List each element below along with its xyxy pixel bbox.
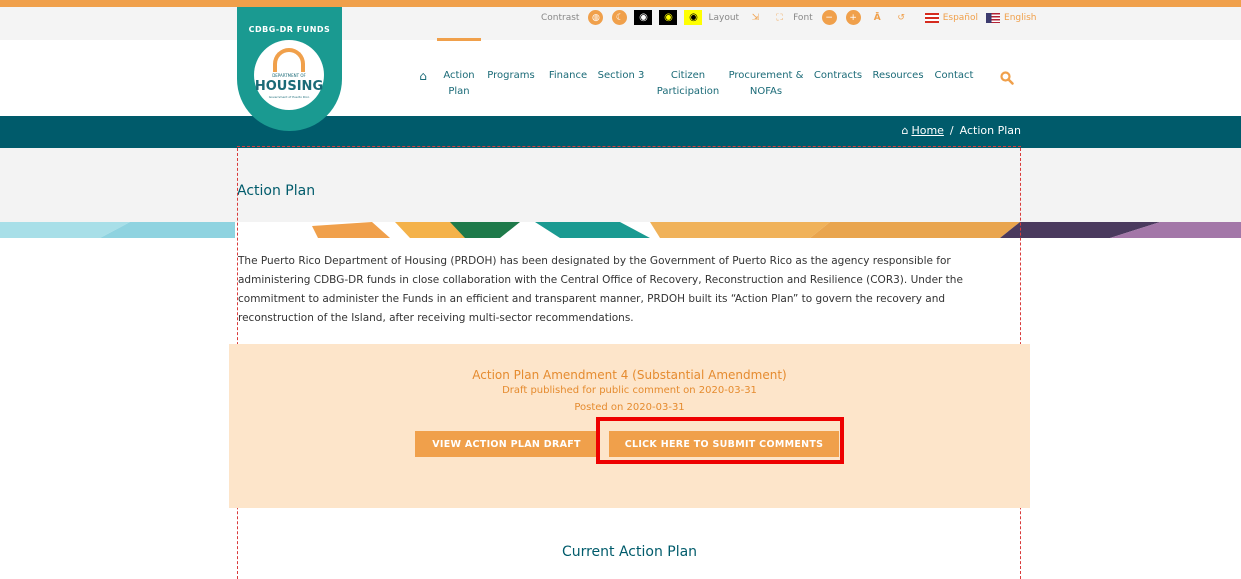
font-dyslexic-icon[interactable]: Ā (870, 10, 885, 25)
nav-label: Section 3 (597, 70, 645, 81)
current-action-plan-heading: Current Action Plan (561, 544, 698, 560)
housing-logo[interactable]: CDBG-DR FUNDS DEPARTMENT OF HOUSING Gove… (237, 7, 342, 131)
breadcrumb-separator: / (949, 124, 954, 137)
logo-arc-text: CDBG-DR FUNDS (248, 25, 331, 34)
amendment-title: Action Plan Amendment 4 (Substantial Ame… (472, 368, 787, 382)
font-decrease-icon[interactable]: − (821, 10, 837, 25)
house-icon (273, 48, 305, 72)
font-label: Font (793, 12, 813, 23)
high-contrast-yellow-black-icon[interactable]: ◉ (659, 10, 678, 25)
nav-contracts[interactable]: Contracts (812, 68, 864, 84)
nav-programs[interactable]: Programs (486, 68, 536, 84)
breadcrumb-current: Action Plan (959, 124, 1021, 137)
page-title: Action Plan (237, 183, 316, 199)
breadcrumb-home-icon[interactable]: ⌂ (901, 124, 908, 137)
amendment-draft-date: Draft published for public comment on 20… (502, 385, 757, 396)
layout-expand-icon[interactable]: ⛶ (772, 10, 787, 25)
nav-citizen-participation[interactable]: Citizen Participation (654, 68, 722, 100)
home-icon[interactable]: ⌂ (416, 68, 430, 84)
highlight-box (596, 417, 844, 464)
decorative-banner-graphic (0, 222, 1241, 238)
nav-resources[interactable]: Resources (870, 68, 926, 84)
view-action-plan-draft-button[interactable]: VIEW ACTION PLAN DRAFT (415, 431, 598, 457)
reset-icon[interactable]: ↺ (894, 10, 909, 25)
high-contrast-black-icon[interactable]: ◉ (634, 10, 653, 25)
contrast-label: Contrast (541, 12, 580, 23)
high-contrast-yellow-icon[interactable]: ◉ (684, 10, 703, 25)
search-icon[interactable] (1000, 70, 1014, 89)
puerto-rico-flag-icon[interactable] (924, 12, 939, 23)
nav-label: Citizen (670, 70, 706, 81)
nav-label: Action (443, 70, 475, 81)
breadcrumb-home-link[interactable]: Home (911, 124, 943, 137)
intro-paragraph: The Puerto Rico Department of Housing (P… (238, 255, 963, 324)
amendment-posted-date: Posted on 2020-03-31 (574, 402, 685, 413)
active-nav-indicator (437, 38, 481, 41)
top-accent-line (0, 0, 1241, 7)
logo-gov-text: Government of Puerto Rico (268, 95, 310, 99)
breadcrumb-bar (0, 116, 1241, 148)
logo-dept-text: DEPARTMENT OF (272, 73, 306, 78)
nav-label: NOFAs (749, 86, 783, 97)
nav-label: Plan (448, 86, 470, 97)
lang-es-link[interactable]: Español (943, 13, 978, 23)
contrast-default-icon[interactable]: ◍ (588, 10, 604, 25)
nav-finance[interactable]: Finance (546, 68, 590, 84)
logo-housing-text: HOUSING (254, 79, 324, 94)
font-increase-icon[interactable]: + (845, 10, 861, 25)
nav-label: Participation (656, 86, 720, 97)
accessibility-controls: Contrast ◍ ☾ ◉ ◉ ◉ Layout ⇲ ⛶ Font − + Ā… (541, 10, 1037, 25)
layout-label: Layout (708, 12, 740, 23)
nav-label: Finance (548, 70, 588, 81)
nav-label: Procurement & (728, 70, 804, 81)
nav-section-3[interactable]: Section 3 (596, 68, 646, 84)
title-band: Action Plan (0, 148, 1241, 238)
breadcrumb: ⌂ Home / Action Plan (901, 124, 1021, 137)
nav-contact[interactable]: Contact (932, 68, 976, 84)
layout-guide-top (237, 146, 1021, 147)
nav-action-plan[interactable]: Action Plan (440, 68, 478, 100)
nav-label: Contact (934, 70, 974, 81)
nav-label: Contracts (813, 70, 863, 81)
us-flag-icon[interactable] (986, 12, 1001, 23)
dark-mode-icon[interactable]: ☾ (612, 10, 628, 25)
nav-label: Programs (487, 70, 535, 81)
lang-en-link[interactable]: English (1004, 13, 1037, 23)
nav-procurement[interactable]: Procurement & NOFAs (726, 68, 806, 100)
nav-label: Resources (872, 70, 924, 81)
layout-compress-icon[interactable]: ⇲ (748, 10, 763, 25)
